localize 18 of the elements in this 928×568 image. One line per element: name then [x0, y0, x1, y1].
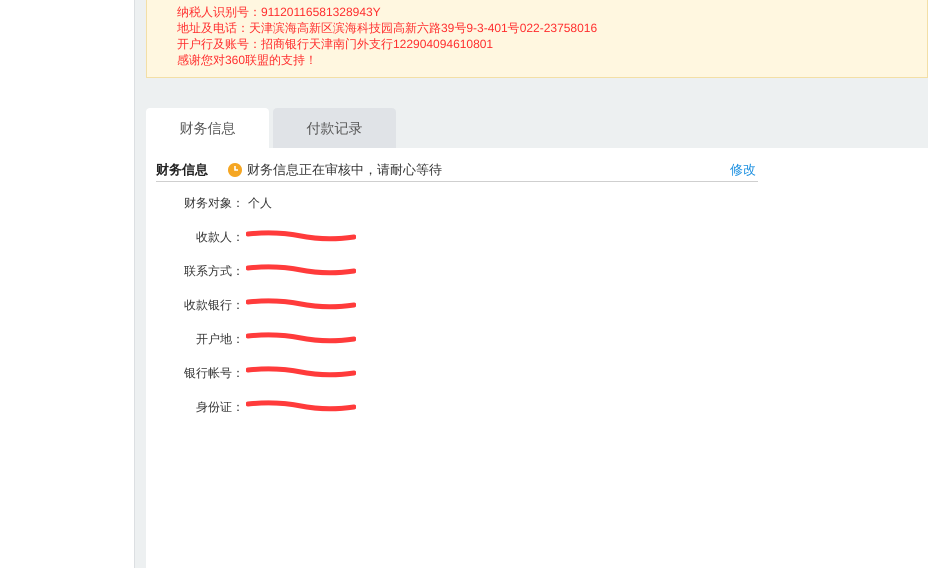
edit-link[interactable]: 修改	[730, 160, 756, 180]
field-label: 开户地：	[195, 331, 244, 348]
notice-line: 地址及电话：天津滨海高新区滨海科技园高新六路39号9-3-401号022-23758016	[177, 20, 598, 36]
field-label: 收款人：	[195, 229, 244, 246]
field-label: 身份证：	[195, 399, 244, 416]
notice-line: 开户行及账号：招商银行天津南门外支行122904094610801	[177, 36, 494, 52]
notice-line: 纳税人识别号：91120116581328943Y	[177, 4, 382, 20]
status-text: 财务信息正在审核中，请耐心等待	[247, 160, 442, 179]
field-label: 联系方式：	[183, 263, 244, 280]
field-value: 个人	[248, 195, 272, 212]
clock-icon	[228, 162, 242, 176]
field-label: 银行帐号：	[183, 365, 244, 382]
field-label: 财务对象：	[183, 195, 244, 212]
notice-line: 感谢您对360联盟的支持！	[177, 52, 318, 68]
tab[interactable]: 财务信息	[146, 108, 269, 148]
tab[interactable]: 付款记录	[273, 108, 396, 148]
section-title: 财务信息	[156, 160, 209, 179]
field-label: 收款银行：	[183, 297, 244, 314]
